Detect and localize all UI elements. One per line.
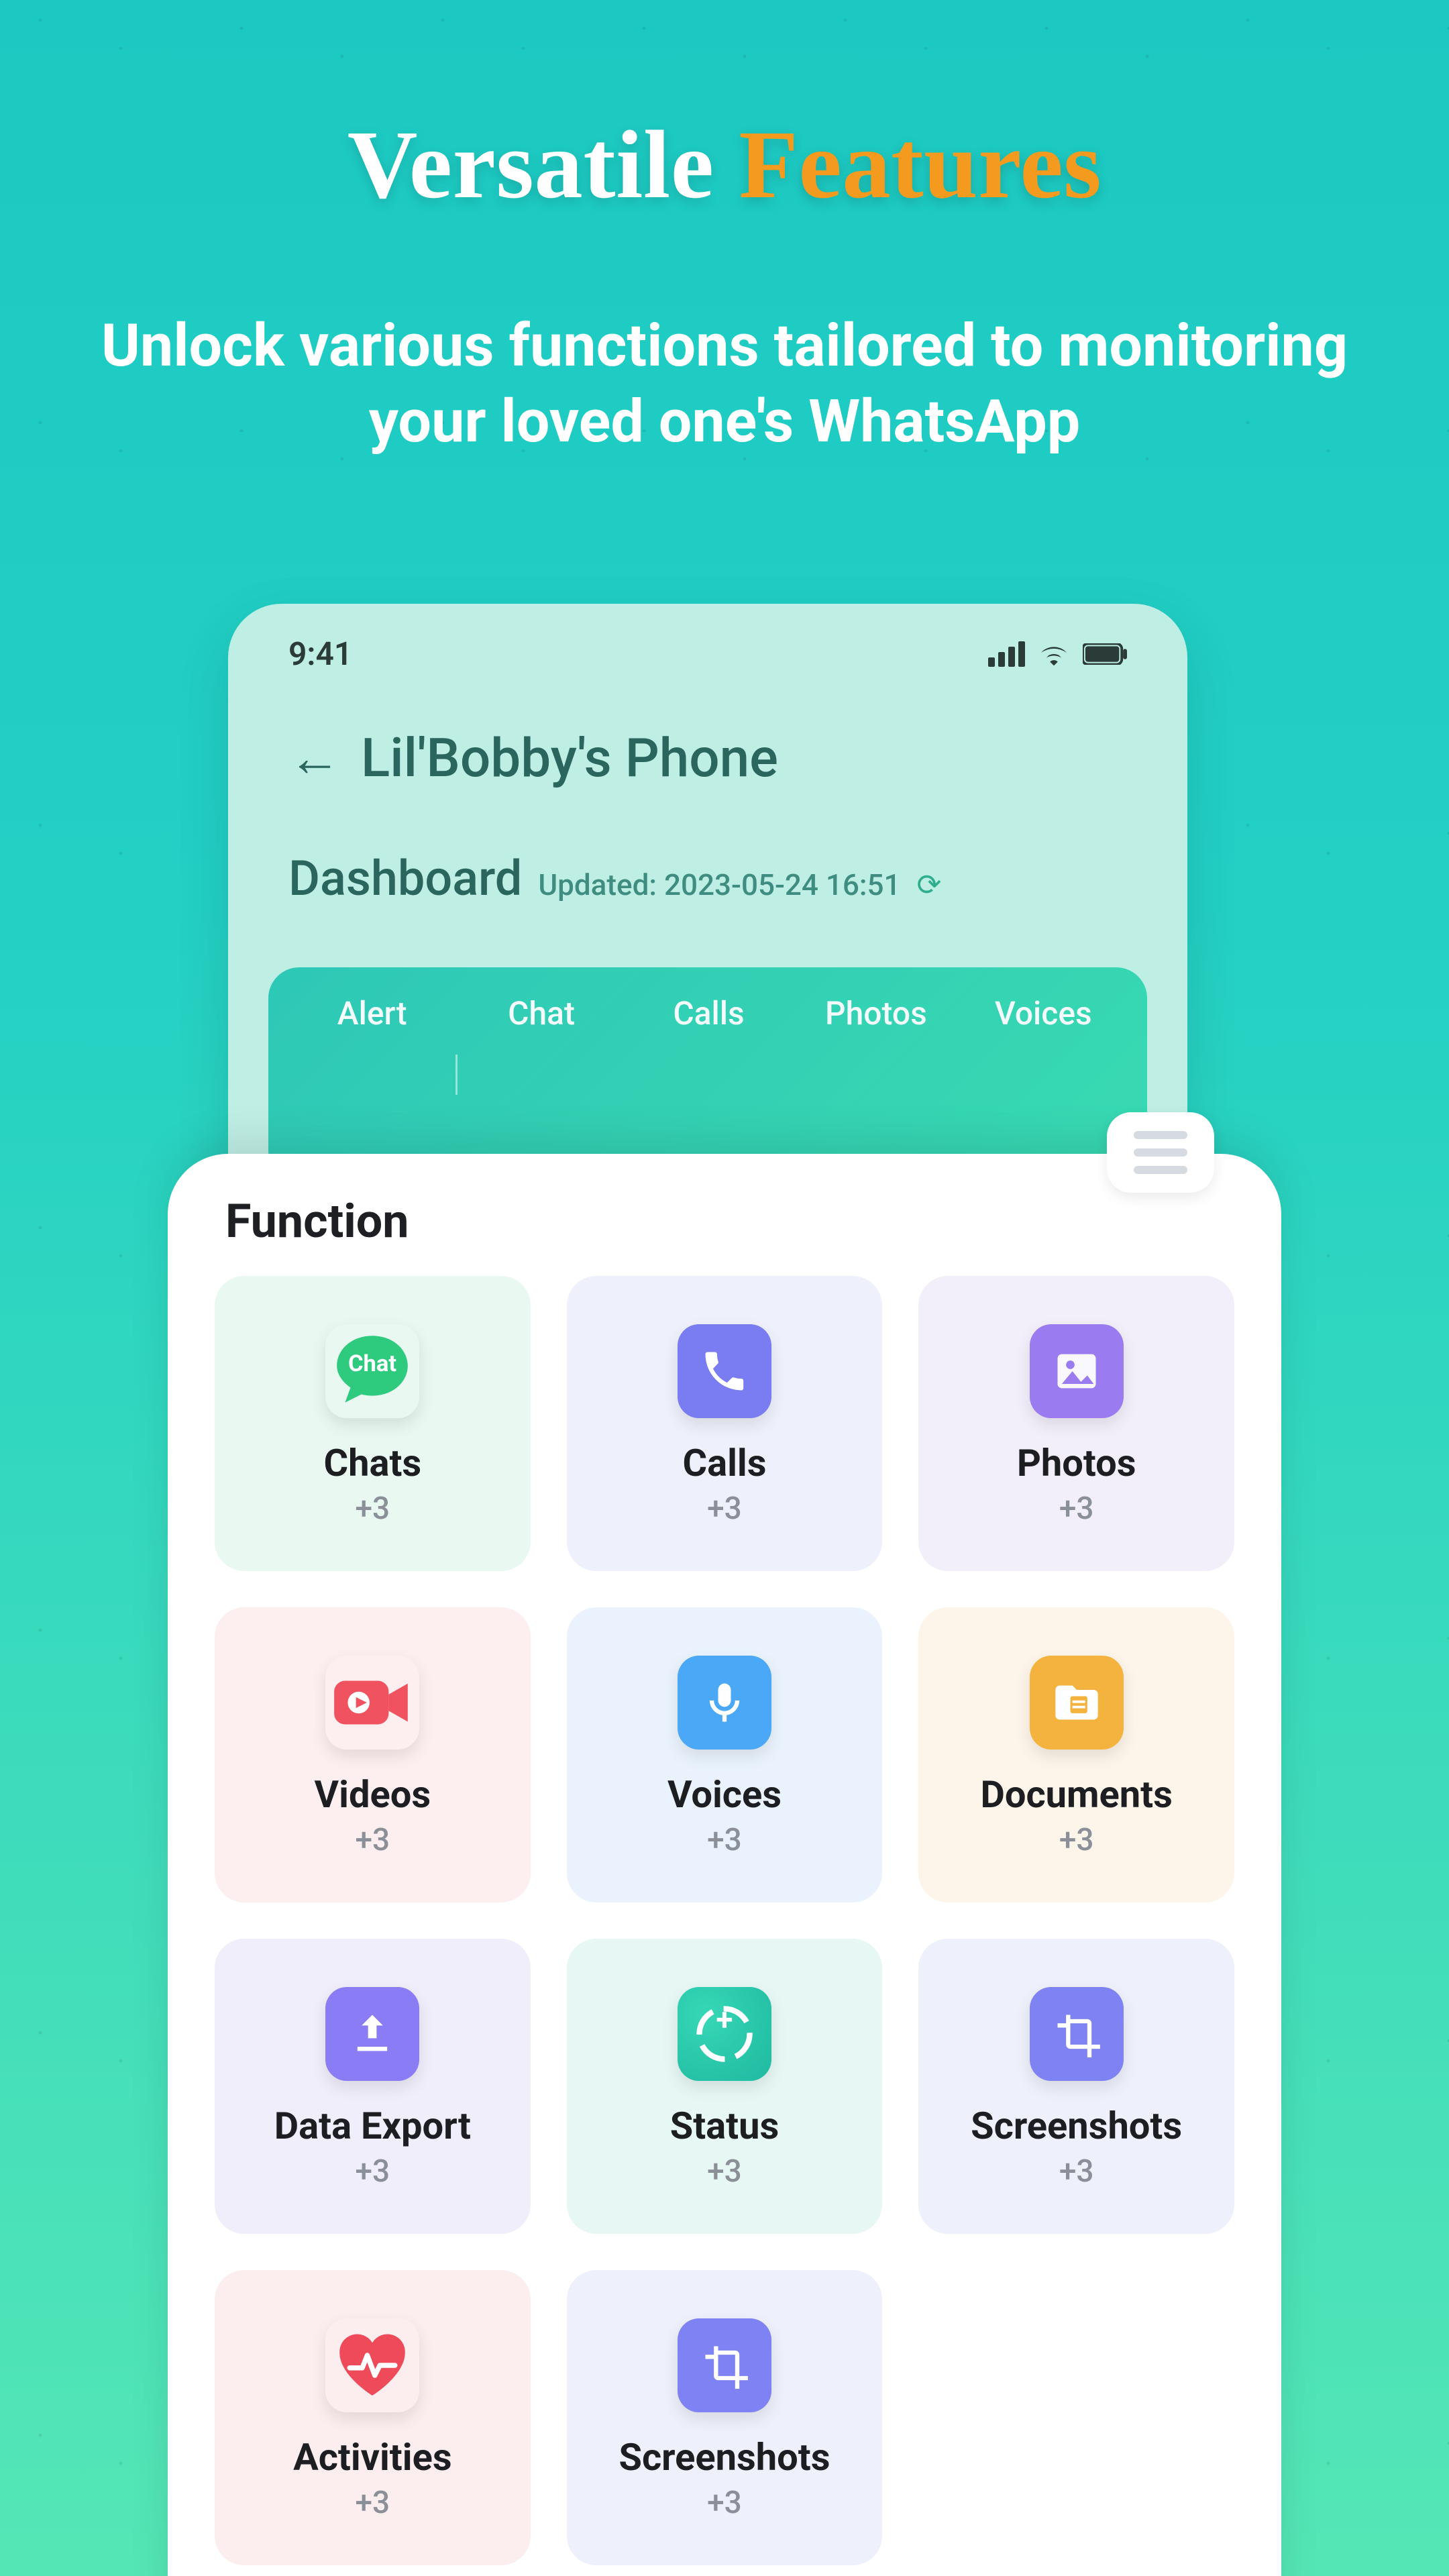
tile-status[interactable]: + Status +3 (567, 1939, 883, 2234)
crop-screenshot-icon (678, 2318, 771, 2412)
svg-text:+: + (716, 2002, 733, 2038)
subheadline: Unlock various functions tailored to mon… (0, 309, 1449, 460)
tile-label: Voices (667, 1772, 782, 1817)
chat-bubble-icon: Chat (325, 1324, 419, 1418)
dashboard-updated-text: Updated: 2023-05-24 16:51 (538, 867, 900, 902)
tile-label: Photos (1017, 1441, 1136, 1485)
metric-photos[interactable]: Photos (792, 994, 959, 1155)
sheet-drag-handle-icon[interactable] (1107, 1112, 1214, 1193)
tile-label: Status (670, 2104, 779, 2148)
tile-label: Documents (980, 1772, 1172, 1817)
tile-videos[interactable]: Videos +3 (215, 1607, 531, 1902)
status-ring-icon: + (678, 1987, 771, 2081)
tile-count: +3 (355, 1491, 390, 1527)
tile-count: +3 (355, 1822, 390, 1858)
metric-alert[interactable]: Alert (288, 994, 455, 1155)
sheet-title: Function (225, 1194, 1234, 1249)
dashboard-header: Dashboard Updated: 2023-05-24 16:51 ⟳ (228, 810, 1187, 927)
status-icons (988, 641, 1127, 667)
tile-calls[interactable]: Calls +3 (567, 1276, 883, 1571)
tile-label: Screenshots (619, 2435, 830, 2479)
tile-count: +3 (707, 2485, 742, 2521)
metric-calls[interactable]: Calls (625, 994, 792, 1155)
tile-activities[interactable]: Activities +3 (215, 2270, 531, 2565)
dashboard-title: Dashboard (288, 850, 522, 907)
phone-icon (678, 1324, 771, 1418)
headline: Versatile Features (0, 114, 1449, 216)
tile-chats[interactable]: Chat Chats +3 (215, 1276, 531, 1571)
back-arrow-icon[interactable]: ← (288, 727, 341, 789)
tile-screenshots[interactable]: Screenshots +3 (918, 1939, 1234, 2234)
tile-label: Calls (682, 1441, 766, 1485)
title-bar: ← Lil'Bobby's Phone (228, 680, 1187, 810)
refresh-icon[interactable]: ⟳ (917, 867, 942, 902)
function-grid: Chat Chats +3 Calls +3 Photos +3 (215, 1276, 1234, 2565)
tile-screenshots-2[interactable]: Screenshots +3 (567, 2270, 883, 2565)
tile-count: +3 (355, 2153, 390, 2190)
wifi-icon (1038, 642, 1069, 666)
metrics-card: Alert Chat Calls Photos Voices (268, 967, 1147, 1182)
tile-label: Data Export (274, 2104, 471, 2148)
status-bar: 9:41 (228, 604, 1187, 680)
tile-count: +3 (707, 1822, 742, 1858)
function-sheet: Function Chat Chats +3 Calls +3 (168, 1154, 1281, 2576)
battery-icon (1083, 643, 1127, 665)
tile-label: Videos (315, 1772, 431, 1817)
tile-label: Chats (323, 1441, 421, 1485)
metric-voices[interactable]: Voices (960, 994, 1127, 1155)
tile-photos[interactable]: Photos +3 (918, 1276, 1234, 1571)
status-time: 9:41 (288, 635, 352, 673)
cellular-signal-icon (988, 641, 1025, 667)
headline-word-1: Versatile (347, 111, 714, 219)
tile-count: +3 (1059, 1822, 1094, 1858)
video-camera-icon (325, 1656, 419, 1750)
microphone-icon (678, 1656, 771, 1750)
headline-word-2: Features (739, 111, 1102, 219)
photo-icon (1030, 1324, 1124, 1418)
folder-document-icon (1030, 1656, 1124, 1750)
crop-screenshot-icon (1030, 1987, 1124, 2081)
tile-documents[interactable]: Documents +3 (918, 1607, 1234, 1902)
heart-activity-icon (325, 2318, 419, 2412)
svg-text:Chat: Chat (348, 1350, 396, 1377)
export-share-icon (325, 1987, 419, 2081)
tile-count: +3 (1059, 1491, 1094, 1527)
tile-voices[interactable]: Voices +3 (567, 1607, 883, 1902)
tile-count: +3 (707, 2153, 742, 2190)
tile-count: +3 (355, 2485, 390, 2521)
tile-count: +3 (707, 1491, 742, 1527)
tile-label: Screenshots (971, 2104, 1182, 2148)
tile-data-export[interactable]: Data Export +3 (215, 1939, 531, 2234)
metric-chat[interactable]: Chat (458, 994, 625, 1155)
tile-count: +3 (1059, 2153, 1094, 2190)
tile-label: Activities (293, 2435, 452, 2479)
device-title: Lil'Bobby's Phone (361, 727, 778, 790)
